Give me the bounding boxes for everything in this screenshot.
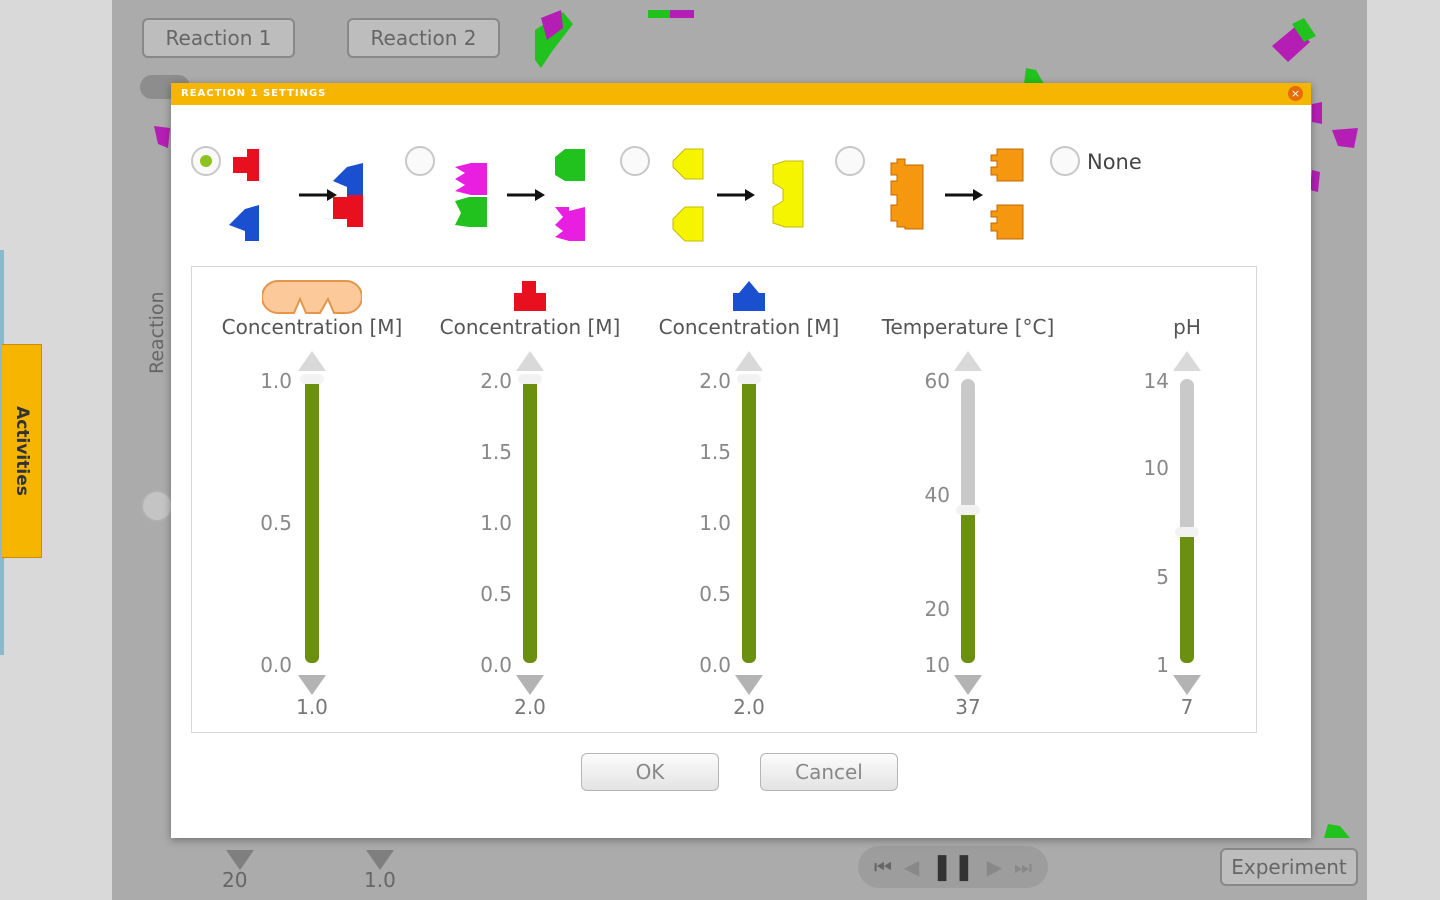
- skip-back-icon[interactable]: ⏮: [874, 855, 892, 879]
- background-molecule-icon: [648, 10, 694, 18]
- slider-4-tick: 60: [924, 369, 950, 393]
- experiment-button[interactable]: Experiment: [1220, 848, 1358, 886]
- background-value: 1.0: [364, 868, 396, 892]
- step-back-icon[interactable]: ◀: [904, 855, 919, 879]
- tab-reaction-1[interactable]: Reaction 1: [142, 18, 295, 58]
- slider-3-label: Concentration [M]: [658, 315, 840, 339]
- background-radio[interactable]: [141, 490, 173, 522]
- reaction-1-diagram-icon: [229, 149, 363, 241]
- enzyme-icon: [262, 280, 362, 314]
- slider-3-down-arrow[interactable]: [735, 675, 763, 695]
- reaction-option-none-radio[interactable]: [1050, 146, 1080, 176]
- slider-1-up-arrow[interactable]: [298, 351, 326, 371]
- close-icon[interactable]: ×: [1288, 86, 1303, 101]
- slider-2-up-arrow[interactable]: [516, 351, 544, 371]
- slider-4-tick: 40: [924, 483, 950, 507]
- slider-3-tick: 1.0: [699, 511, 731, 535]
- pause-icon[interactable]: ❚❚: [931, 852, 975, 882]
- slider-2-down-arrow[interactable]: [516, 675, 544, 695]
- dialog-title: REACTION 1 SETTINGS: [171, 83, 1311, 105]
- cancel-button[interactable]: Cancel: [760, 753, 898, 791]
- background-slider-arrow[interactable]: [366, 850, 394, 870]
- playback-controls: ⏮ ◀ ❚❚ ▶ ⏭: [858, 846, 1048, 888]
- reaction-option-2-radio[interactable]: [405, 146, 435, 176]
- reaction-option-4-radio[interactable]: [835, 146, 865, 176]
- slider-5-tick: 5: [1156, 565, 1169, 589]
- slider-4-down-arrow[interactable]: [954, 675, 982, 695]
- slider-3-fill: [742, 379, 756, 663]
- slider-4-handle[interactable]: [956, 505, 980, 515]
- slider-3-tick: 1.5: [699, 440, 731, 464]
- slider-5-handle[interactable]: [1175, 527, 1199, 537]
- slider-2-handle[interactable]: [518, 374, 542, 384]
- slider-1-down-arrow[interactable]: [298, 675, 326, 695]
- tab-reaction-2[interactable]: Reaction 2: [347, 18, 500, 58]
- slider-4-tick: 20: [924, 597, 950, 621]
- reaction-2-diagram-icon: [455, 149, 585, 241]
- slider-5-fill: [1180, 532, 1194, 663]
- slider-1-value: 1.0: [296, 695, 328, 719]
- slider-4-tick: 10: [924, 653, 950, 677]
- slider-4-value: 37: [955, 695, 981, 719]
- slider-1-tick: 0.0: [260, 653, 292, 677]
- slider-2-tick: 2.0: [480, 369, 512, 393]
- slider-5-down-arrow[interactable]: [1173, 675, 1201, 695]
- background-molecule-icon: [1324, 824, 1350, 838]
- activities-tab[interactable]: Activities: [2, 344, 42, 558]
- slider-5-tick: 10: [1143, 456, 1169, 480]
- slider-3-tick: 2.0: [699, 369, 731, 393]
- background-molecule-icon: [1024, 68, 1044, 84]
- blue-substrate-icon: [733, 281, 765, 311]
- slider-3-tick: 0.0: [699, 653, 731, 677]
- reaction-option-3-radio[interactable]: [620, 146, 650, 176]
- slider-1-label: Concentration [M]: [221, 315, 403, 339]
- slider-5-value: 7: [1180, 695, 1194, 719]
- slider-2-fill: [523, 379, 537, 663]
- slider-4-label: Temperature [°C]: [881, 315, 1055, 339]
- reaction-4-diagram-icon: [890, 148, 1024, 240]
- background-molecule-icon: [535, 10, 573, 68]
- slider-5-tick: 14: [1143, 369, 1169, 393]
- slider-2-label: Concentration [M]: [439, 315, 621, 339]
- ok-button[interactable]: OK: [581, 753, 719, 791]
- step-forward-icon[interactable]: ▶: [987, 855, 1002, 879]
- background-molecule-icon: [1310, 102, 1358, 192]
- slider-3-handle[interactable]: [737, 374, 761, 384]
- slider-4-up-arrow[interactable]: [954, 351, 982, 371]
- slider-5-up-arrow[interactable]: [1173, 351, 1201, 371]
- background-molecule-icon: [1272, 18, 1316, 62]
- slider-2-tick: 0.0: [480, 653, 512, 677]
- background-slider-arrow[interactable]: [226, 850, 254, 870]
- slider-1-fill: [305, 379, 319, 663]
- settings-panel: Concentration [M] 1.0 1.0 0.5 0.0 Concen…: [191, 266, 1257, 733]
- slider-3-tick: 0.5: [699, 582, 731, 606]
- rate-axis-label: Reaction Rate: [146, 291, 190, 374]
- slider-2-value: 2.0: [514, 695, 546, 719]
- slider-1-tick: 1.0: [260, 369, 292, 393]
- slider-1-handle[interactable]: [300, 374, 324, 384]
- slider-4-fill: [961, 510, 975, 663]
- background-value: 20: [222, 868, 248, 892]
- background-molecule-icon: [154, 126, 170, 148]
- reaction-settings-dialog: REACTION 1 SETTINGS × None Concentration…: [171, 83, 1311, 838]
- skip-forward-icon[interactable]: ⏭: [1014, 855, 1032, 879]
- slider-2-tick: 0.5: [480, 582, 512, 606]
- slider-3-value: 2.0: [733, 695, 765, 719]
- reaction-3-diagram-icon: [672, 148, 804, 242]
- slider-1-tick: 0.5: [260, 511, 292, 535]
- red-substrate-icon: [514, 281, 546, 311]
- slider-5-label: pH: [1173, 315, 1201, 339]
- reaction-option-1-radio[interactable]: [191, 146, 221, 176]
- slider-3-up-arrow[interactable]: [735, 351, 763, 371]
- slider-5-tick: 1: [1156, 653, 1169, 677]
- slider-2-tick: 1.0: [480, 511, 512, 535]
- slider-2-tick: 1.5: [480, 440, 512, 464]
- none-option-label: None: [1087, 150, 1142, 174]
